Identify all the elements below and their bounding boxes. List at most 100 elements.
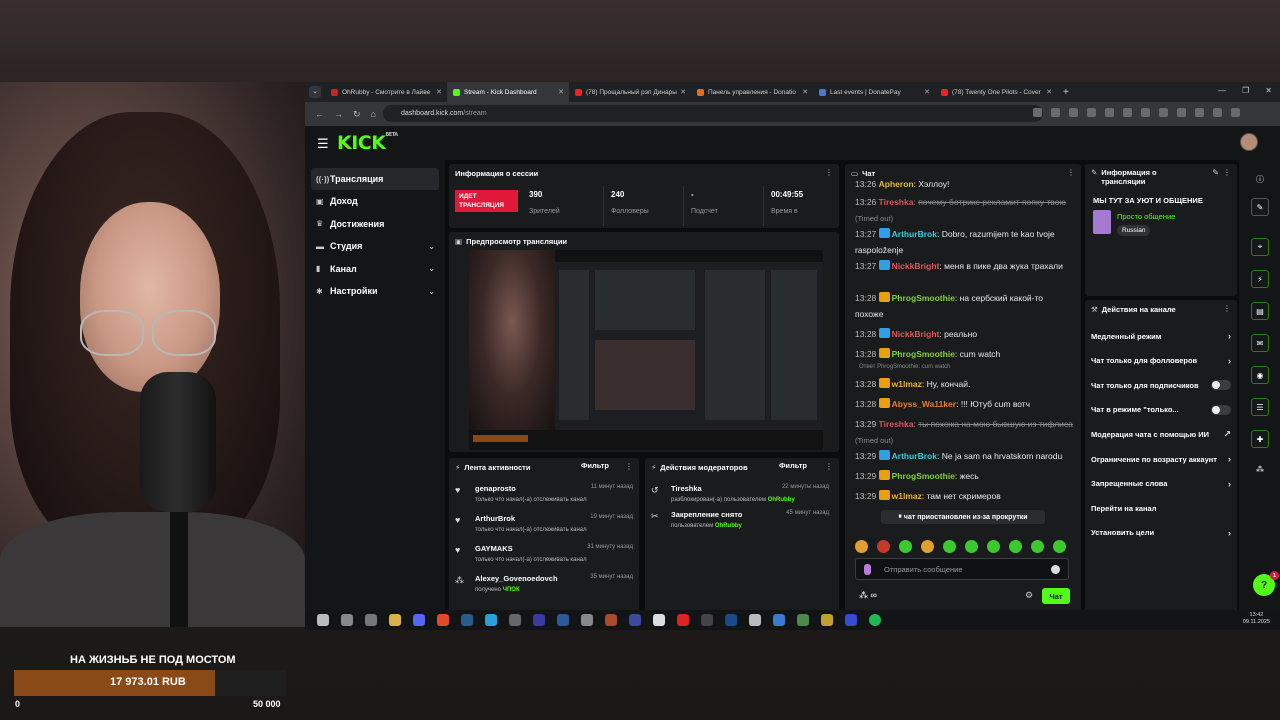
tab-0[interactable]: OhRubby - Смотрите в Лайве ✕	[325, 82, 447, 102]
app-icon[interactable]	[605, 614, 617, 626]
emote-icon[interactable]	[1053, 540, 1066, 553]
extension-icon[interactable]	[1195, 108, 1204, 117]
close-tab-icon[interactable]: ✕	[802, 88, 808, 96]
chat-username[interactable]: PhrogSmoothie	[892, 349, 955, 359]
sidebar-item-2[interactable]: ♛ Достижения	[311, 213, 439, 235]
channel-action-1[interactable]: Чат только для фолловеров ›	[1091, 353, 1231, 369]
minimize-icon[interactable]: —	[1218, 86, 1226, 95]
chat-input[interactable]: Отправить сообщение	[855, 558, 1069, 580]
sidebar-item-0[interactable]: ((·)) Трансляция	[311, 168, 439, 190]
chrome-icon[interactable]	[437, 614, 449, 626]
list-icon[interactable]: ☰	[1251, 398, 1269, 416]
chat-username[interactable]: Tireshka	[879, 197, 914, 207]
document-icon[interactable]: ▤	[1251, 302, 1269, 320]
chat-settings-icon[interactable]: ⚙	[1025, 590, 1033, 601]
emote-icon[interactable]	[877, 540, 890, 553]
emote-icon[interactable]	[965, 540, 978, 553]
channel-action-5[interactable]: Ограничение по возрасту аккаунт ›	[1091, 451, 1231, 467]
emote-icon[interactable]	[987, 540, 1000, 553]
menu-icon[interactable]: ☰	[317, 136, 329, 152]
help-button[interactable]: ? 1	[1253, 571, 1279, 596]
chat-paused-banner[interactable]: ⏸ чат приостановлен из-за прокрутки	[881, 510, 1045, 524]
app-icon[interactable]	[821, 614, 833, 626]
emote-icon[interactable]	[921, 540, 934, 553]
chat-username[interactable]: PhrogSmoothie	[892, 293, 955, 303]
spotify-icon[interactable]	[869, 614, 881, 626]
back-icon[interactable]: ←	[315, 109, 324, 119]
message-icon[interactable]: ✉	[1251, 334, 1269, 352]
close-tab-icon[interactable]: ✕	[436, 88, 442, 96]
extension-icon[interactable]	[1141, 108, 1150, 117]
app-icon[interactable]	[581, 614, 593, 626]
yandex-browser-icon[interactable]	[677, 614, 689, 626]
folder-icon[interactable]	[389, 614, 401, 626]
extension-icon[interactable]	[1123, 108, 1132, 117]
new-tab-button[interactable]: +	[1063, 87, 1069, 98]
channel-action-6[interactable]: Запрещенные слова ›	[1091, 476, 1231, 492]
extension-icon[interactable]	[1213, 108, 1222, 117]
more-icon[interactable]: ⋮	[825, 168, 833, 177]
chevron-down-icon[interactable]: ⌄	[428, 264, 435, 273]
emote-icon[interactable]	[943, 540, 956, 553]
search-icon[interactable]	[341, 614, 353, 626]
extension-icon[interactable]	[1087, 108, 1096, 117]
tab-2[interactable]: (78) Прощальный рэп Динары ✕	[569, 82, 691, 102]
app-icon[interactable]	[749, 614, 761, 626]
app-icon[interactable]	[797, 614, 809, 626]
activity-filter-button[interactable]: Фильтр	[581, 461, 609, 470]
channel-action-2[interactable]: Чат только для подписчиков	[1091, 377, 1231, 393]
info-icon[interactable]: ⓘ	[1251, 170, 1269, 188]
chat-username[interactable]: PhrogSmoothie	[892, 471, 955, 481]
channel-action-8[interactable]: Установить цели ›	[1091, 525, 1231, 541]
close-tab-icon[interactable]: ✕	[558, 88, 564, 96]
mod-action-title[interactable]: Закрепление снято	[671, 510, 742, 519]
stats-icon[interactable]	[773, 614, 785, 626]
steam-icon[interactable]	[461, 614, 473, 626]
chevron-down-icon[interactable]: ⌄	[428, 242, 435, 251]
app-icon[interactable]	[509, 614, 521, 626]
forward-icon[interactable]: →	[334, 109, 343, 119]
activity-user[interactable]: ArthurBrok	[475, 514, 515, 523]
mod-filter-button[interactable]: Фильтр	[779, 461, 807, 470]
chat-username[interactable]: ArthurBrok	[892, 451, 937, 461]
discord-icon[interactable]	[413, 614, 425, 626]
chat-username[interactable]: Apheron	[879, 179, 914, 189]
clip-icon[interactable]: ⌖	[1251, 238, 1269, 256]
stream-category[interactable]: Просто общение	[1117, 212, 1175, 221]
sidebar-item-5[interactable]: ✱ Настройки ⌄	[311, 280, 439, 302]
system-clock[interactable]: 13:42 09.11.2025	[1243, 612, 1270, 626]
broadcast-icon[interactable]: ◉	[1251, 366, 1269, 384]
stream-preview-video[interactable]	[469, 250, 823, 450]
chat-username[interactable]: Abyss_Wa11ker	[892, 399, 956, 409]
chevron-down-icon[interactable]: ⌄	[428, 287, 435, 296]
more-icon[interactable]: ⋮	[1223, 304, 1231, 313]
app-icon[interactable]	[557, 614, 569, 626]
kick-logo[interactable]: KICKBETA	[337, 132, 398, 154]
extension-icon[interactable]	[1051, 108, 1060, 117]
close-tab-icon[interactable]: ✕	[680, 88, 686, 96]
yandex-icon[interactable]	[653, 614, 665, 626]
more-icon[interactable]: ⋮	[1223, 168, 1231, 177]
emote-icon[interactable]	[899, 540, 912, 553]
sidebar-item-3[interactable]: ▬ Студия ⌄	[311, 235, 439, 257]
avatar[interactable]	[1240, 133, 1258, 151]
channel-action-7[interactable]: Перейти на канал	[1091, 500, 1231, 516]
chat-username[interactable]: NickkBright	[892, 261, 940, 271]
mic-icon[interactable]	[864, 564, 871, 575]
extension-icon[interactable]	[1069, 108, 1078, 117]
premiere-icon[interactable]	[533, 614, 545, 626]
close-icon[interactable]: ✕	[1265, 86, 1272, 95]
channel-action-0[interactable]: Медленный режим ›	[1091, 328, 1231, 344]
channel-action-4[interactable]: Модерация чата с помощью ИИ ↗	[1091, 426, 1231, 442]
task-view-icon[interactable]	[365, 614, 377, 626]
chat-username[interactable]: ArthurBrok	[892, 229, 937, 239]
emote-icon[interactable]	[855, 540, 868, 553]
extension-icon[interactable]	[1177, 108, 1186, 117]
sidebar-item-4[interactable]: ▮ Канал ⌄	[311, 258, 439, 280]
activity-user[interactable]: Alexey_Govenoedovch	[475, 574, 558, 583]
chat-username[interactable]: NickkBright	[892, 329, 940, 339]
mod-action-title[interactable]: Tireshka	[671, 484, 702, 493]
extension-icon[interactable]	[1231, 108, 1240, 117]
extension-icon[interactable]	[1105, 108, 1114, 117]
restore-icon[interactable]: ❐	[1242, 86, 1249, 95]
